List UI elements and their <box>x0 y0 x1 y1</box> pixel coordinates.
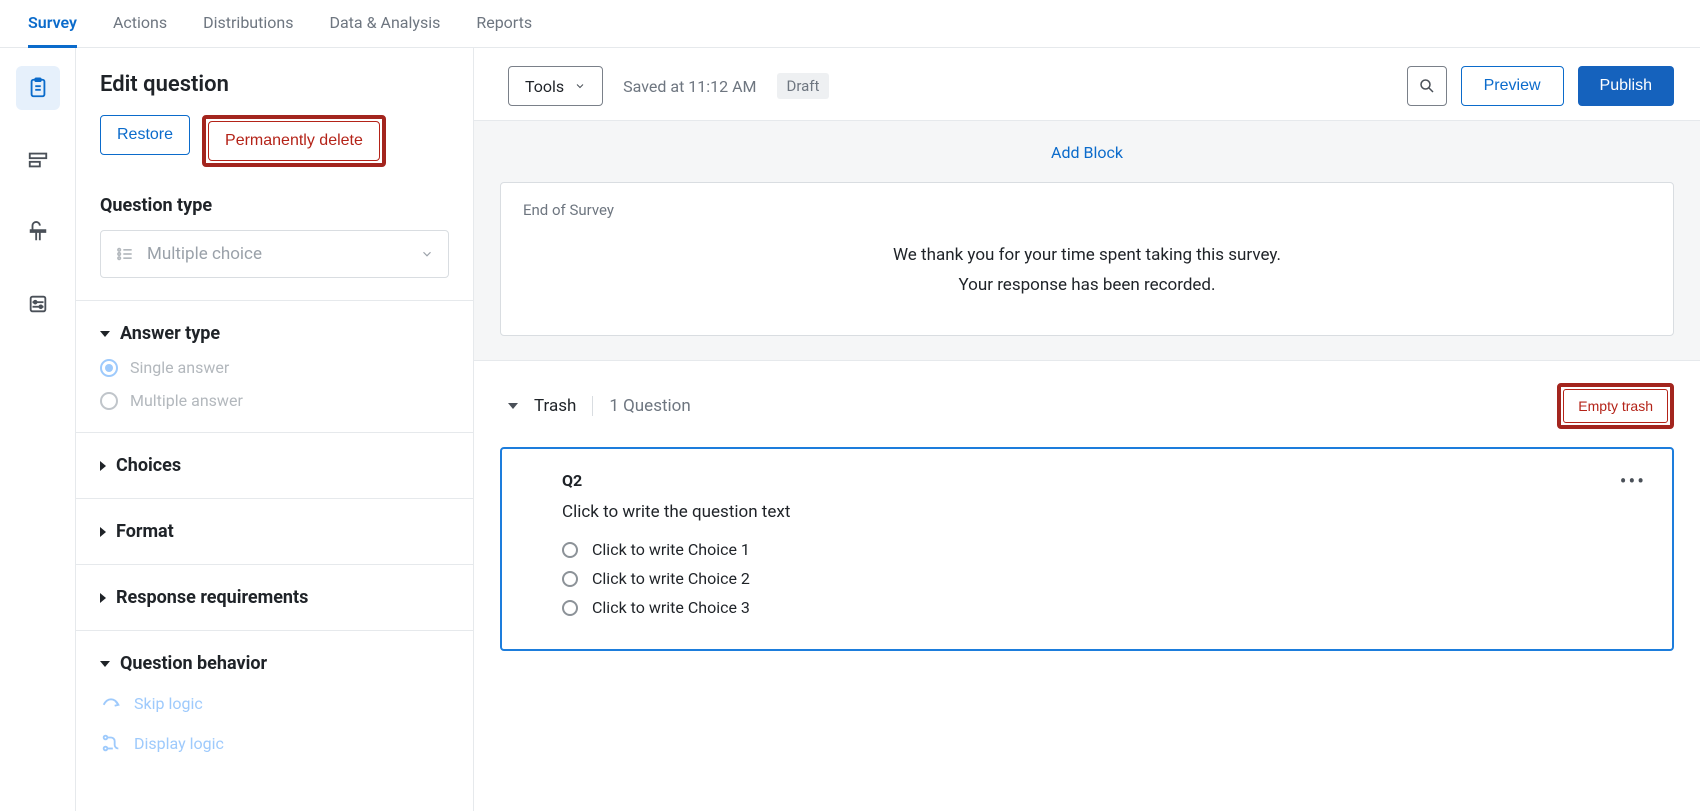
permanently-delete-highlight: Permanently delete <box>202 115 386 167</box>
question-menu-icon[interactable]: ••• <box>1620 471 1646 491</box>
choice-row[interactable]: Click to write Choice 3 <box>562 598 790 617</box>
caret-right-icon <box>100 461 106 471</box>
choices-section[interactable]: Choices <box>100 455 449 476</box>
eos-line1: We thank you for your time spent taking … <box>523 245 1651 265</box>
top-tabs: Survey Actions Distributions Data & Anal… <box>0 0 1700 48</box>
question-type-value: Multiple choice <box>147 244 262 264</box>
add-block-link[interactable]: Add Block <box>500 131 1674 182</box>
list-icon <box>115 244 135 264</box>
caret-right-icon <box>100 593 106 603</box>
eos-line2: Your response has been recorded. <box>523 275 1651 295</box>
choice-row[interactable]: Click to write Choice 1 <box>562 540 790 559</box>
main-area: Tools Saved at 11:12 AM Draft Preview Pu… <box>474 48 1700 811</box>
icon-rail <box>0 48 76 811</box>
choice-label: Click to write Choice 1 <box>592 540 750 559</box>
skip-logic-icon <box>100 692 122 714</box>
radio-icon <box>562 542 578 558</box>
restore-button[interactable]: Restore <box>100 115 190 155</box>
tab-reports[interactable]: Reports <box>476 0 532 48</box>
multiple-answer-label: Multiple answer <box>130 391 243 410</box>
rail-options-icon[interactable] <box>16 282 60 326</box>
rail-look-feel-icon[interactable] <box>16 210 60 254</box>
rail-flow-icon[interactable] <box>16 138 60 182</box>
end-of-survey-card: End of Survey We thank you for your time… <box>500 182 1674 336</box>
trash-title: Trash <box>534 396 576 416</box>
display-logic-label: Display logic <box>134 734 224 753</box>
response-requirements-section[interactable]: Response requirements <box>100 587 449 608</box>
response-requirements-label: Response requirements <box>116 587 308 608</box>
skip-logic-button[interactable]: Skip logic <box>100 692 449 714</box>
format-label: Format <box>116 521 174 542</box>
chevron-down-icon <box>420 247 434 261</box>
side-panel: Edit question Restore Permanently delete… <box>76 48 474 811</box>
saved-status: Saved at 11:12 AM <box>623 77 756 96</box>
single-answer-label: Single answer <box>130 358 229 377</box>
question-type-select[interactable]: Multiple choice <box>100 230 449 278</box>
answer-type-section[interactable]: Answer type <box>100 323 449 344</box>
question-card[interactable]: Q2 Click to write the question text Clic… <box>500 447 1674 651</box>
choice-row[interactable]: Click to write Choice 2 <box>562 569 790 588</box>
radio-icon <box>562 571 578 587</box>
permanently-delete-button[interactable]: Permanently delete <box>208 121 380 161</box>
radio-icon <box>562 600 578 616</box>
format-section[interactable]: Format <box>100 521 449 542</box>
tab-actions[interactable]: Actions <box>113 0 167 48</box>
side-title: Edit question <box>100 72 449 97</box>
toolbar: Tools Saved at 11:12 AM Draft Preview Pu… <box>474 48 1700 120</box>
choice-label: Click to write Choice 2 <box>592 569 750 588</box>
caret-down-icon <box>100 661 110 667</box>
draft-badge: Draft <box>777 73 830 99</box>
answer-type-label: Answer type <box>120 323 220 344</box>
question-id: Q2 <box>562 471 790 490</box>
tab-survey[interactable]: Survey <box>28 0 77 48</box>
radio-icon <box>100 392 118 410</box>
caret-down-icon <box>100 331 110 337</box>
display-logic-icon <box>100 732 122 754</box>
empty-trash-highlight: Empty trash <box>1557 383 1674 429</box>
tab-data-analysis[interactable]: Data & Analysis <box>329 0 440 48</box>
chevron-down-icon[interactable] <box>508 403 518 409</box>
choices-label: Choices <box>116 455 181 476</box>
display-logic-button[interactable]: Display logic <box>100 732 449 754</box>
skip-logic-label: Skip logic <box>134 694 203 713</box>
chevron-down-icon <box>574 80 586 92</box>
choice-label: Click to write Choice 3 <box>592 598 750 617</box>
multiple-answer-option[interactable]: Multiple answer <box>100 391 449 410</box>
trash-header: Trash 1 Question Empty trash <box>474 360 1700 443</box>
caret-right-icon <box>100 527 106 537</box>
preview-button[interactable]: Preview <box>1461 66 1564 106</box>
question-text[interactable]: Click to write the question text <box>562 502 790 522</box>
publish-button[interactable]: Publish <box>1578 66 1674 106</box>
search-button[interactable] <box>1407 66 1447 106</box>
question-type-label: Question type <box>100 195 449 216</box>
tab-distributions[interactable]: Distributions <box>203 0 293 48</box>
question-behavior-section[interactable]: Question behavior <box>100 653 449 674</box>
search-icon <box>1418 77 1436 95</box>
tools-label: Tools <box>525 77 564 96</box>
canvas: Add Block End of Survey We thank you for… <box>474 120 1700 360</box>
empty-trash-button[interactable]: Empty trash <box>1563 389 1668 423</box>
single-answer-option[interactable]: Single answer <box>100 358 449 377</box>
tools-dropdown[interactable]: Tools <box>508 66 603 106</box>
radio-checked-icon <box>100 359 118 377</box>
trash-count: 1 Question <box>592 396 690 416</box>
end-of-survey-label: End of Survey <box>523 201 1651 219</box>
rail-builder-icon[interactable] <box>16 66 60 110</box>
question-behavior-label: Question behavior <box>120 653 267 674</box>
